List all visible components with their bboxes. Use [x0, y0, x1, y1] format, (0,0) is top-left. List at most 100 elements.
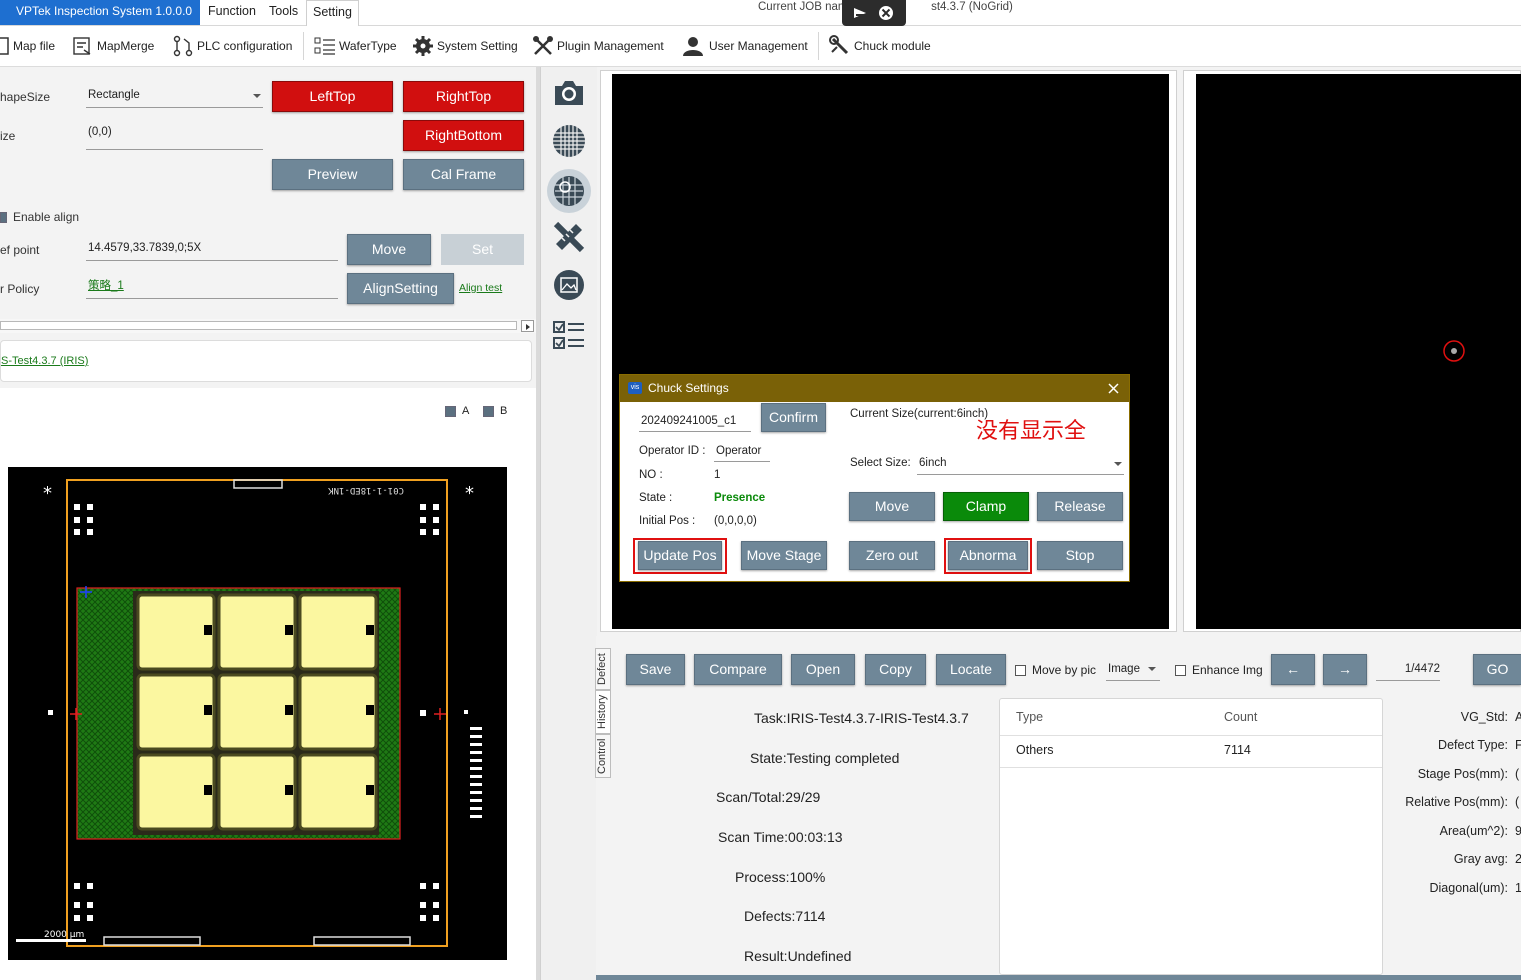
policy-field[interactable]: 策略_1	[86, 277, 338, 299]
copy-button[interactable]: Copy	[865, 654, 926, 685]
camera-view-right[interactable]	[1196, 74, 1521, 629]
size-field[interactable]: (0,0)	[86, 123, 263, 150]
confirm-button[interactable]: Confirm	[761, 403, 826, 432]
table-row[interactable]: Others 7114	[1000, 735, 1382, 768]
recording-overlay	[842, 0, 906, 26]
toolbar-map-file[interactable]: Map file	[0, 26, 55, 66]
image-select[interactable]: Image	[1106, 660, 1160, 681]
ref-point-field[interactable]: 14.4579,33.7839,0;5X	[86, 239, 338, 261]
left-top-button[interactable]: LeftTop	[272, 81, 393, 112]
toolbar: Map file MapMerge PLC configuration Wafe…	[0, 26, 1521, 67]
defect-type-table: Type Count Others 7114	[999, 698, 1383, 975]
check-a[interactable]: A	[445, 405, 469, 417]
menu-tools[interactable]: Tools	[269, 0, 298, 25]
dialog-title-bar[interactable]: vis Chuck Settings	[620, 375, 1129, 402]
page-field[interactable]: 1/4472	[1376, 660, 1440, 681]
close-icon[interactable]	[1108, 383, 1119, 394]
chevron-down-icon	[1114, 462, 1122, 466]
release-button[interactable]: Release	[1037, 492, 1123, 521]
toolbar-mapmerge[interactable]: MapMerge	[72, 26, 154, 66]
align-test-link[interactable]: Align test	[459, 282, 502, 294]
menu-setting[interactable]: Setting	[306, 0, 359, 26]
chuck-move-button[interactable]: Move	[849, 492, 935, 521]
toolbar-separator	[818, 32, 819, 60]
operator-label: Operator ID :	[639, 445, 706, 457]
scrollbar-track[interactable]	[0, 321, 517, 330]
align-setting-button[interactable]: AlignSetting	[347, 273, 454, 304]
move-by-pic-checkbox[interactable]: Move by pic	[1015, 663, 1096, 677]
tab-defect[interactable]: Defect	[595, 648, 611, 690]
open-button[interactable]: Open	[791, 654, 855, 685]
scroll-right-button[interactable]	[521, 320, 534, 332]
wafer-map-button[interactable]	[547, 169, 591, 213]
checkbox-checked-icon	[0, 211, 7, 223]
checkbox-unchecked-icon	[1175, 664, 1186, 676]
grid-button[interactable]	[551, 123, 587, 159]
process-text: Process:100%	[735, 869, 826, 885]
batch-id-field[interactable]: 202409241005_c1	[639, 412, 751, 432]
prev-button[interactable]: ←	[1271, 654, 1315, 685]
toolbar-user-management-label: User Management	[709, 39, 808, 53]
plc-icon	[173, 35, 193, 57]
measure-button[interactable]	[551, 219, 587, 255]
tab-control[interactable]: Control	[595, 734, 611, 778]
cal-frame-button[interactable]: Cal Frame	[403, 159, 524, 190]
preview-button[interactable]: Preview	[272, 159, 393, 190]
shape-size-select[interactable]: Rectangle	[86, 86, 263, 108]
compare-button[interactable]: Compare	[694, 654, 782, 685]
go-button[interactable]: GO	[1473, 654, 1521, 685]
camera-icon	[555, 81, 583, 105]
check-b[interactable]: B	[483, 405, 507, 417]
current-size-label: Current Size(current:6inch)	[850, 408, 989, 420]
job-card: S-Test4.3.7 (IRIS)	[0, 340, 532, 382]
next-button[interactable]: →	[1323, 654, 1367, 685]
svg-text:*: *	[43, 483, 52, 504]
toolbar-wafertype-label: WaferType	[339, 39, 397, 53]
state-value: Presence	[714, 492, 766, 504]
recording-controls-icon[interactable]	[842, 0, 906, 26]
enhance-img-checkbox[interactable]: Enhance Img	[1175, 663, 1263, 677]
move-stage-button[interactable]: Move Stage	[741, 541, 827, 570]
check-b-label: B	[500, 405, 508, 417]
svg-text:*: *	[465, 483, 474, 504]
toolbar-wafertype[interactable]: WaferType	[314, 26, 397, 66]
menu-function[interactable]: Function	[208, 0, 256, 25]
enable-align-checkbox[interactable]: Enable align	[0, 210, 79, 224]
horizontal-scrollbar[interactable]	[0, 319, 536, 333]
info-gray-avg-label: Gray avg:	[1453, 852, 1508, 866]
save-button[interactable]: Save	[626, 654, 685, 685]
image-view-button[interactable]	[551, 267, 587, 303]
checklist-button[interactable]	[551, 317, 587, 353]
abnormal-button[interactable]: Abnorma	[948, 541, 1028, 570]
info-area-label: Area(um^2):	[1439, 824, 1508, 838]
info-stage-pos-value: (	[1515, 767, 1520, 781]
toolbar-plc[interactable]: PLC configuration	[172, 26, 292, 66]
map-merge-icon	[73, 37, 91, 55]
job-link[interactable]: S-Test4.3.7 (IRIS)	[1, 355, 88, 367]
toolbar-system-setting[interactable]: System Setting	[412, 26, 518, 66]
state-label: State :	[639, 492, 673, 504]
clamp-button[interactable]: Clamp	[943, 492, 1029, 521]
toolbar-user-management[interactable]: User Management	[682, 26, 808, 66]
camera-button[interactable]	[551, 75, 587, 111]
align-set-button[interactable]: Set	[441, 234, 524, 265]
right-top-button[interactable]: RightTop	[403, 81, 524, 112]
splitter[interactable]	[536, 67, 540, 980]
defect-marker-icon	[1443, 340, 1465, 362]
update-pos-button[interactable]: Update Pos	[638, 541, 722, 570]
stop-button[interactable]: Stop	[1037, 541, 1123, 570]
locate-button[interactable]: Locate	[936, 654, 1006, 685]
select-size-dropdown[interactable]: 6inch	[917, 454, 1124, 475]
dialog-title: Chuck Settings	[648, 381, 729, 395]
align-move-button[interactable]: Move	[347, 234, 431, 265]
select-size-label: Select Size:	[850, 457, 911, 469]
right-bottom-button[interactable]: RightBottom	[403, 120, 524, 151]
enable-align-label: Enable align	[13, 210, 80, 224]
info-relative-pos-label: Relative Pos(mm):	[1405, 795, 1508, 809]
zero-out-button[interactable]: Zero out	[849, 541, 935, 570]
tab-history[interactable]: History	[595, 690, 611, 734]
toolbar-plugin-management[interactable]: Plugin Management	[532, 26, 664, 66]
toolbar-chuck-module[interactable]: Chuck module	[829, 26, 931, 66]
die-image[interactable]: * * C01-1-18ED-1NK 2000 μm	[8, 467, 507, 960]
operator-field[interactable]: Operator	[714, 442, 770, 462]
